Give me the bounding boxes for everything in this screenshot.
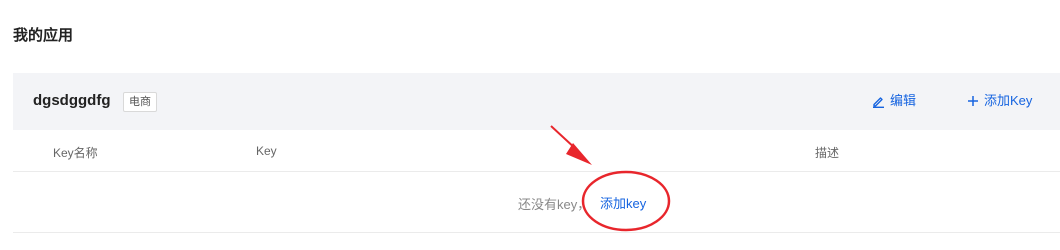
app-category-badge: 电商	[123, 92, 157, 112]
add-key-label: 添加Key	[984, 93, 1033, 108]
add-key-button[interactable]: 添加Key	[967, 92, 1032, 110]
empty-state-row: 还没有key， 添加key	[13, 172, 1060, 233]
app-name: dgsdggdfg	[33, 92, 111, 109]
app-card: dgsdggdfg 电商 编辑 添加Key Key名称 Key 描述 还没有ke…	[13, 73, 1060, 233]
app-header: dgsdggdfg 电商 编辑 添加Key	[13, 73, 1060, 130]
page-title: 我的应用	[13, 27, 74, 44]
empty-state-text: 还没有key，	[518, 197, 591, 212]
pencil-icon	[872, 95, 890, 108]
key-table-header: Key名称 Key 描述	[13, 130, 1060, 172]
edit-button[interactable]: 编辑	[872, 92, 916, 110]
column-header-description: 描述	[815, 146, 840, 160]
plus-icon	[967, 95, 984, 107]
column-header-key: Key	[256, 144, 277, 158]
column-header-key-name: Key名称	[53, 146, 98, 160]
edit-label: 编辑	[890, 93, 917, 108]
add-key-link[interactable]: 添加key	[600, 193, 646, 212]
